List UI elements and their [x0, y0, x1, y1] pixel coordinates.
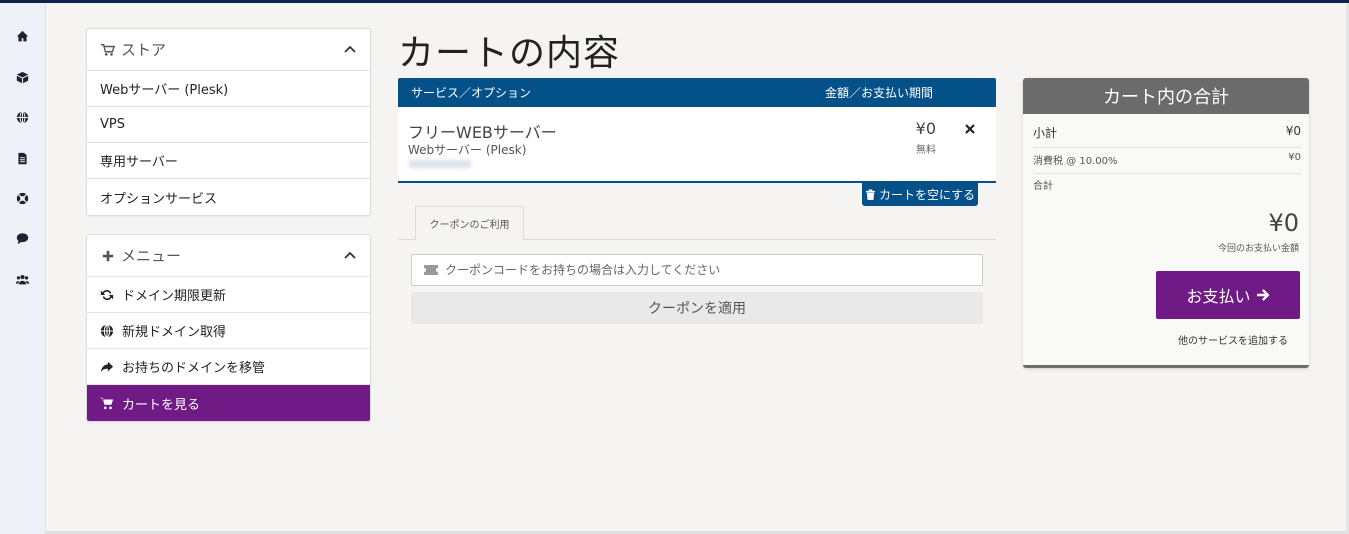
- globe-icon: [100, 323, 114, 338]
- item-name: フリーWEBサーバー: [408, 123, 557, 142]
- item-billing-cycle: 無料: [916, 145, 936, 156]
- store-item-webserver[interactable]: Webサーバー (Plesk): [87, 71, 370, 107]
- plus-icon: [102, 250, 114, 261]
- top-strip: [0, 0, 1349, 3]
- close-icon: [965, 124, 975, 134]
- item-product: Webサーバー (Plesk): [408, 143, 527, 157]
- menu-panel-header[interactable]: メニュー: [87, 235, 370, 277]
- menu-panel: メニュー ドメイン期限更新 新規ドメイン取得 お持ちのドメインを移管 カートを見…: [86, 234, 371, 422]
- empty-cart-button[interactable]: カートを空にする: [862, 183, 978, 206]
- cart-icon: [101, 43, 115, 56]
- tax-value: ¥0: [1288, 152, 1301, 163]
- total-note: 今回のお支払い金額: [1217, 244, 1299, 254]
- remove-item-button[interactable]: [964, 123, 976, 135]
- page-title: カートの内容: [398, 33, 621, 74]
- chevron-up-icon[interactable]: [344, 44, 356, 56]
- total-value: ¥0: [1268, 209, 1299, 237]
- checkout-label: お支払い: [1186, 287, 1251, 306]
- subtotal-row: 小計 ¥0: [1033, 124, 1301, 148]
- store-item-options[interactable]: オプションサービス: [87, 179, 370, 215]
- document-icon[interactable]: [14, 150, 30, 166]
- menu-item-transfer[interactable]: お持ちのドメインを移管: [87, 349, 370, 385]
- summary-body: 小計 ¥0 消費税 @ 10.00% ¥0 合計 ¥0 今回のお支払い金額 お支…: [1023, 114, 1309, 365]
- menu-item-label: ドメイン期限更新: [122, 289, 227, 304]
- coupon-field[interactable]: [411, 254, 983, 286]
- tab-coupon[interactable]: クーポンのご利用: [415, 206, 524, 240]
- col-price-header: 金額／お支払い期間: [824, 86, 933, 100]
- subtotal-label: 小計: [1033, 126, 1058, 140]
- summary-title: カート内の合計: [1023, 78, 1309, 114]
- menu-item-label: お持ちのドメインを移管: [122, 361, 266, 376]
- coupon-body: クーポンを適用: [398, 240, 996, 342]
- cart-item-row: フリーWEBサーバー Webサーバー (Plesk) ¥0 無料: [398, 107, 996, 183]
- cart-table-header: サービス／オプション 金額／お支払い期間: [398, 78, 996, 107]
- ticket-icon: [424, 265, 438, 275]
- users-icon[interactable]: [14, 271, 30, 287]
- trash-icon: [865, 189, 876, 200]
- store-item-vps[interactable]: VPS: [87, 107, 370, 143]
- empty-cart-label: カートを空にする: [878, 188, 976, 202]
- menu-item-view-cart[interactable]: カートを見る: [87, 385, 370, 421]
- apply-coupon-button[interactable]: クーポンを適用: [411, 292, 983, 324]
- item-redacted-detail: [408, 160, 472, 168]
- lifebuoy-icon[interactable]: [14, 190, 30, 206]
- coupon-input[interactable]: [445, 263, 965, 277]
- tax-label: 消費税 @ 10.00%: [1033, 156, 1118, 167]
- store-panel-title: ストア: [121, 41, 167, 59]
- order-summary: カート内の合計 小計 ¥0 消費税 @ 10.00% ¥0 合計 ¥0 今回のお…: [1023, 78, 1309, 368]
- continue-shopping-link[interactable]: 他のサービスを追加する: [1178, 332, 1288, 347]
- menu-item-label: 新規ドメイン取得: [122, 325, 227, 340]
- coupon-section: クーポンのご利用 クーポンを適用: [398, 206, 996, 342]
- total-label: 合計: [1033, 181, 1053, 192]
- chevron-up-icon[interactable]: [344, 250, 356, 262]
- arrow-right-icon: [1256, 289, 1269, 301]
- chat-icon[interactable]: [14, 230, 30, 246]
- menu-item-renew[interactable]: ドメイン期限更新: [87, 277, 370, 313]
- subtotal-value: ¥0: [1285, 124, 1301, 138]
- store-panel: ストア Webサーバー (Plesk) VPS 専用サーバー オプションサービス: [86, 28, 371, 216]
- refresh-icon: [100, 289, 114, 300]
- menu-item-register[interactable]: 新規ドメイン取得: [87, 313, 370, 349]
- item-price: ¥0: [915, 119, 936, 138]
- store-panel-header[interactable]: ストア: [87, 29, 370, 71]
- checkout-button[interactable]: お支払い: [1156, 271, 1300, 319]
- cart-table: サービス／オプション 金額／お支払い期間 フリーWEBサーバー Webサーバー …: [398, 78, 996, 183]
- menu-item-label: カートを見る: [122, 397, 201, 413]
- menu-panel-title: メニュー: [121, 247, 182, 265]
- box-icon[interactable]: [14, 69, 30, 85]
- tax-row: 消費税 @ 10.00% ¥0: [1033, 152, 1301, 174]
- col-service-header: サービス／オプション: [411, 86, 532, 100]
- store-item-dedicated[interactable]: 専用サーバー: [87, 143, 370, 179]
- cart-icon: [100, 397, 114, 410]
- share-icon: [100, 361, 114, 372]
- globe-icon[interactable]: [14, 109, 30, 125]
- home-icon[interactable]: [14, 28, 30, 44]
- icon-rail: [0, 3, 46, 534]
